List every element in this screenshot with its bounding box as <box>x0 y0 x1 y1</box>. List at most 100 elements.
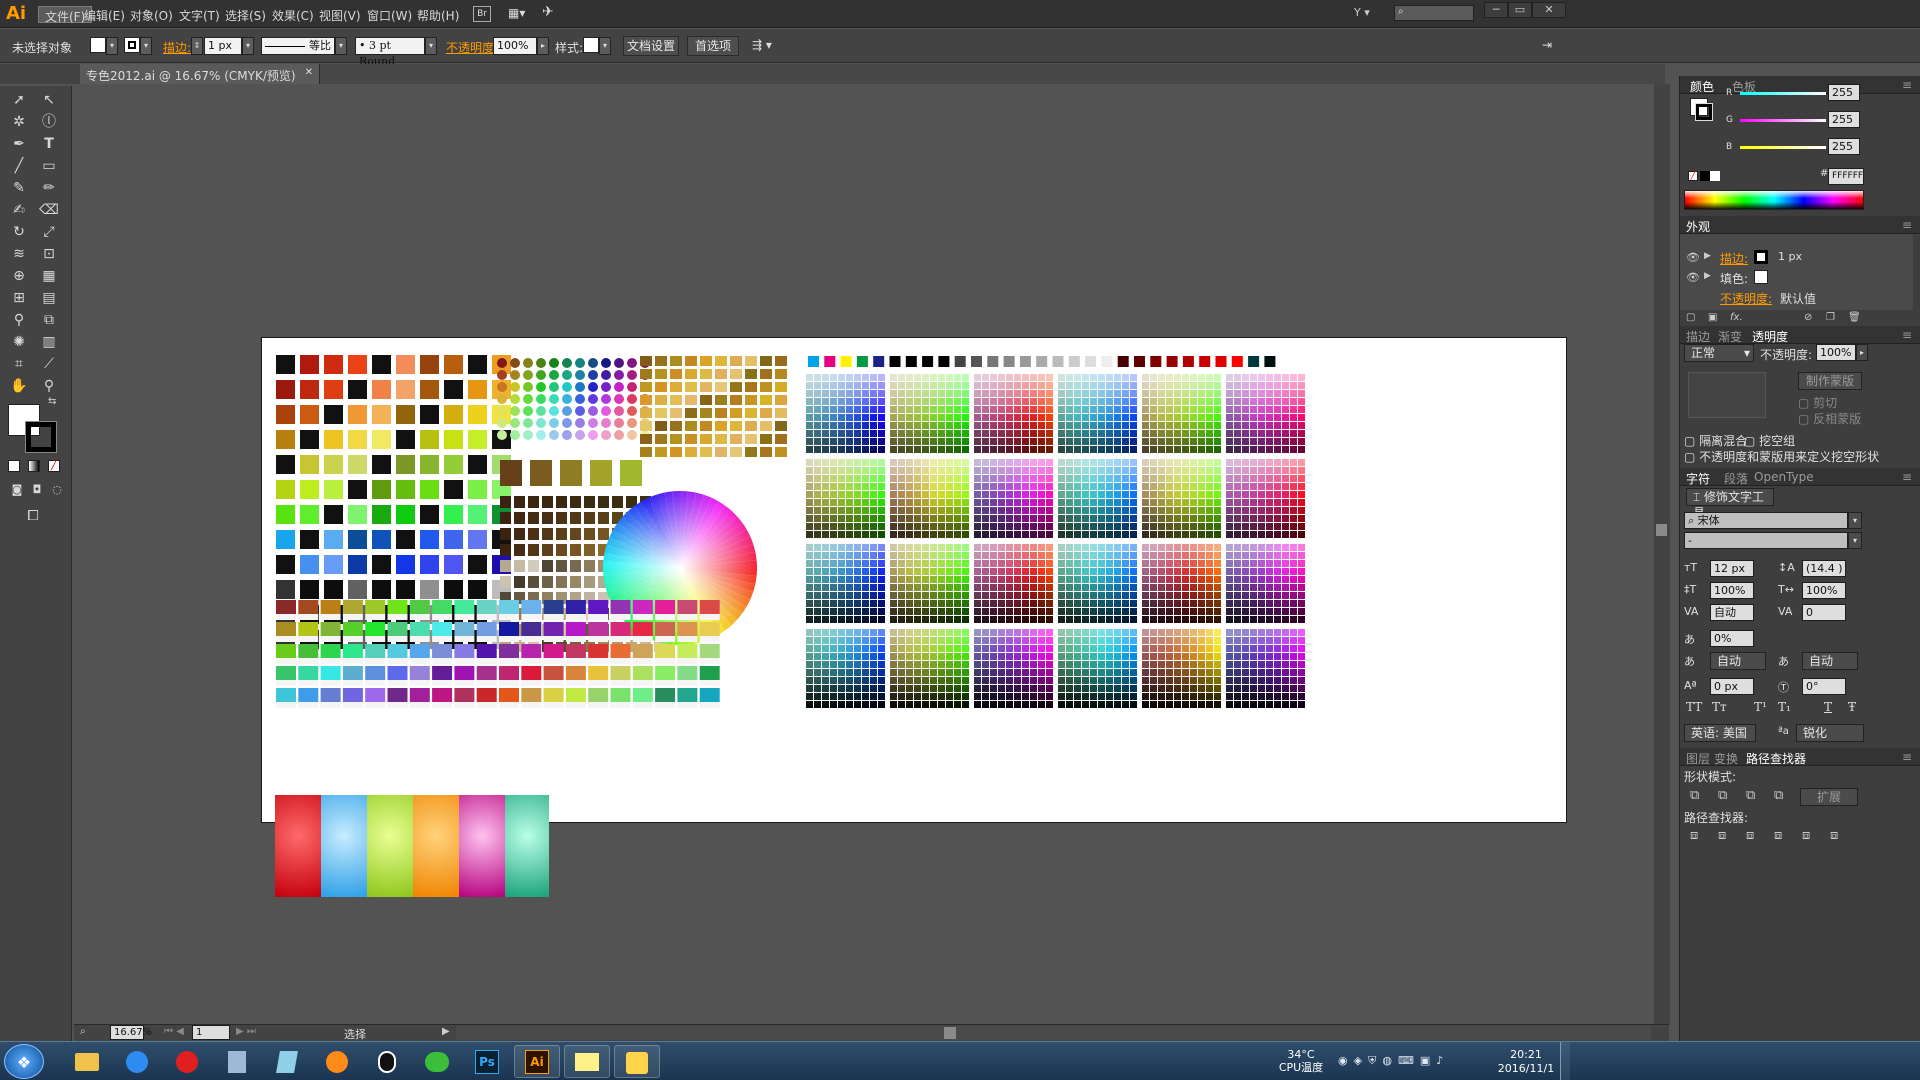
color-mode-icon[interactable] <box>8 460 20 472</box>
appearance-fill-label[interactable]: 填色: <box>1720 270 1748 287</box>
graphic-style-swatch[interactable] <box>583 37 599 53</box>
profile-dropdown[interactable]: ▾ <box>335 37 347 55</box>
magic-wand-tool-icon[interactable]: ✲ <box>8 112 30 132</box>
wechat-icon[interactable] <box>414 1045 460 1078</box>
restore-button[interactable]: ▭ <box>1508 2 1532 18</box>
brush-dropdown[interactable]: ▾ <box>425 37 437 55</box>
draw-inside-icon[interactable]: ◌ <box>46 480 68 500</box>
channel-r-slider[interactable] <box>1740 92 1826 95</box>
small-caps-button[interactable]: Tт <box>1712 700 1727 714</box>
tab-gradient[interactable]: 渐变 <box>1718 328 1742 345</box>
explorer-icon[interactable] <box>64 1045 110 1078</box>
channel-g-slider[interactable] <box>1740 119 1826 122</box>
visibility-eye-icon[interactable]: 👁 <box>1686 271 1700 284</box>
screen-mode-icon[interactable]: ⧠ <box>22 506 44 526</box>
notebook-icon[interactable] <box>264 1045 310 1078</box>
tracking-input[interactable]: 0 <box>1802 604 1846 621</box>
stroke-color-icon[interactable] <box>25 421 57 453</box>
aki-left-select[interactable]: 自动 <box>1710 652 1766 670</box>
artboard[interactable] <box>261 337 1567 823</box>
rotate-tool-icon[interactable]: ↻ <box>8 222 30 242</box>
document-setup-button[interactable]: 文档设置 <box>623 36 679 56</box>
artboard-tool-icon[interactable]: ⌗ <box>8 354 30 374</box>
pencil-tool-icon[interactable]: ✏ <box>38 178 60 198</box>
clear-appearance-icon[interactable]: ⊘ <box>1804 312 1812 323</box>
delete-item-icon[interactable]: 🗑 <box>1848 312 1861 323</box>
fill-swatch[interactable] <box>90 37 106 53</box>
line-tool-icon[interactable]: ╱ <box>8 156 30 176</box>
brush-definition[interactable]: • 3 pt Round <box>355 37 425 68</box>
visibility-eye-icon[interactable]: 👁 <box>1686 251 1700 264</box>
divide-icon[interactable]: ⧈ <box>1690 828 1698 843</box>
horizontal-scrollbar[interactable] <box>456 1026 1651 1040</box>
tab-stroke[interactable]: 描边 <box>1686 328 1710 345</box>
fill-dropdown[interactable]: ▾ <box>106 37 118 55</box>
close-window-button[interactable]: ✕ <box>1532 2 1566 18</box>
direct-selection-tool-icon[interactable]: ↖ <box>38 90 60 110</box>
font-size-input[interactable]: 12 px <box>1710 560 1754 577</box>
selection-tool-icon[interactable]: ➚ <box>8 90 30 110</box>
clock-time[interactable]: 20:21 <box>1500 1048 1552 1061</box>
paintbrush-tool-icon[interactable]: ✎ <box>8 178 30 198</box>
appearance-fill-swatch[interactable] <box>1754 270 1768 284</box>
knockout-group-checkbox[interactable]: ▢ 挖空组 <box>1744 432 1795 449</box>
system-tray-icons[interactable]: ◉◈⛨◍⌨▣♪ <box>1338 1054 1498 1070</box>
column-graph-tool-icon[interactable]: ▥ <box>38 332 60 352</box>
hex-input[interactable]: FFFFFF <box>1828 168 1864 185</box>
white-color-icon[interactable] <box>1710 171 1720 181</box>
blend-tool-icon[interactable]: ⧉ <box>38 310 60 330</box>
control-panel-menu-icon[interactable]: ⇥ <box>1542 38 1552 52</box>
channel-b-slider[interactable] <box>1740 146 1826 149</box>
duplicate-item-icon[interactable]: ❐ <box>1826 312 1835 323</box>
stroke-width-stepper[interactable]: ⇕ <box>191 37 203 55</box>
slice-tool-icon[interactable]: ⟋ <box>38 354 60 374</box>
vertical-scroll-thumb[interactable] <box>1656 524 1667 536</box>
close-tab-icon[interactable]: ✕ <box>305 67 313 78</box>
last-artboard-icon[interactable]: ▶ ⏭ <box>236 1026 256 1037</box>
vertical-scrollbar[interactable] <box>1654 84 1670 1024</box>
graphic-style-dropdown[interactable]: ▾ <box>599 37 611 55</box>
clip-checkbox[interactable]: ▢ 剪切 <box>1798 394 1837 411</box>
unite-icon[interactable]: ⧉ <box>1690 788 1699 803</box>
tab-paragraph[interactable]: 段落 <box>1724 470 1748 487</box>
trim-icon[interactable]: ⧈ <box>1718 828 1726 843</box>
menu-window[interactable]: 窗口(W) <box>361 6 418 23</box>
rectangle-tool-icon[interactable]: ▭ <box>38 156 60 176</box>
lasso-tool-icon[interactable]: ⓛ <box>38 112 60 132</box>
baidu-netdisk-icon[interactable] <box>114 1045 160 1078</box>
preferences-button[interactable]: 首选项 <box>687 36 739 56</box>
underline-button[interactable]: T <box>1824 700 1832 714</box>
touch-type-tool-button[interactable]: ⌶ 修饰文字工具 <box>1686 488 1774 520</box>
artboard-number-input[interactable]: 1 <box>192 1025 230 1040</box>
vertical-scale-input[interactable]: 100% <box>1710 582 1754 599</box>
menu-edit[interactable]: 编辑(E) <box>78 6 131 23</box>
add-fill-icon[interactable]: ▣ <box>1708 312 1717 323</box>
wechat-tray-icon[interactable]: ◉ <box>1338 1054 1354 1067</box>
tab-layers[interactable]: 图层 <box>1686 750 1710 767</box>
make-mask-button[interactable]: 制作蒙版 <box>1798 372 1862 390</box>
pinned-app-icon[interactable] <box>614 1045 660 1078</box>
appearance-stroke-label[interactable]: 描边: <box>1720 250 1748 267</box>
tab-pathfinder[interactable]: 路径查找器 <box>1746 750 1806 767</box>
zoom-level-input[interactable]: 16.67% <box>110 1025 152 1040</box>
expand-button[interactable]: 扩展 <box>1800 788 1858 806</box>
menu-object[interactable]: 对象(O) <box>124 6 179 23</box>
baseline-shift-input[interactable]: 0 px <box>1710 678 1754 695</box>
tab-transparency[interactable]: 透明度 <box>1752 328 1788 345</box>
photoshop-icon[interactable]: Ps <box>464 1045 510 1078</box>
opacity-slider-button[interactable]: ▸ <box>537 37 549 55</box>
security-tray-icon[interactable]: ⛨ <box>1368 1054 1382 1067</box>
pen-tool-icon[interactable]: ✒ <box>8 134 30 154</box>
draw-behind-icon[interactable]: ◘ <box>26 480 48 500</box>
qq-icon[interactable] <box>364 1045 410 1078</box>
hand-tool-icon[interactable]: ✋ <box>8 376 30 396</box>
calculator-icon[interactable] <box>214 1045 260 1078</box>
gradient-mode-icon[interactable] <box>28 460 40 472</box>
subscript-button[interactable]: T₁ <box>1778 700 1791 714</box>
browser-icon[interactable] <box>314 1045 360 1078</box>
tab-appearance[interactable]: 外观 <box>1686 218 1710 235</box>
variable-width-profile[interactable]: 等比 <box>261 37 335 55</box>
menu-view[interactable]: 视图(V) <box>313 6 367 23</box>
font-style-dropdown[interactable]: ▾ <box>1848 532 1862 549</box>
channel-b-input[interactable]: 255 <box>1828 138 1860 155</box>
